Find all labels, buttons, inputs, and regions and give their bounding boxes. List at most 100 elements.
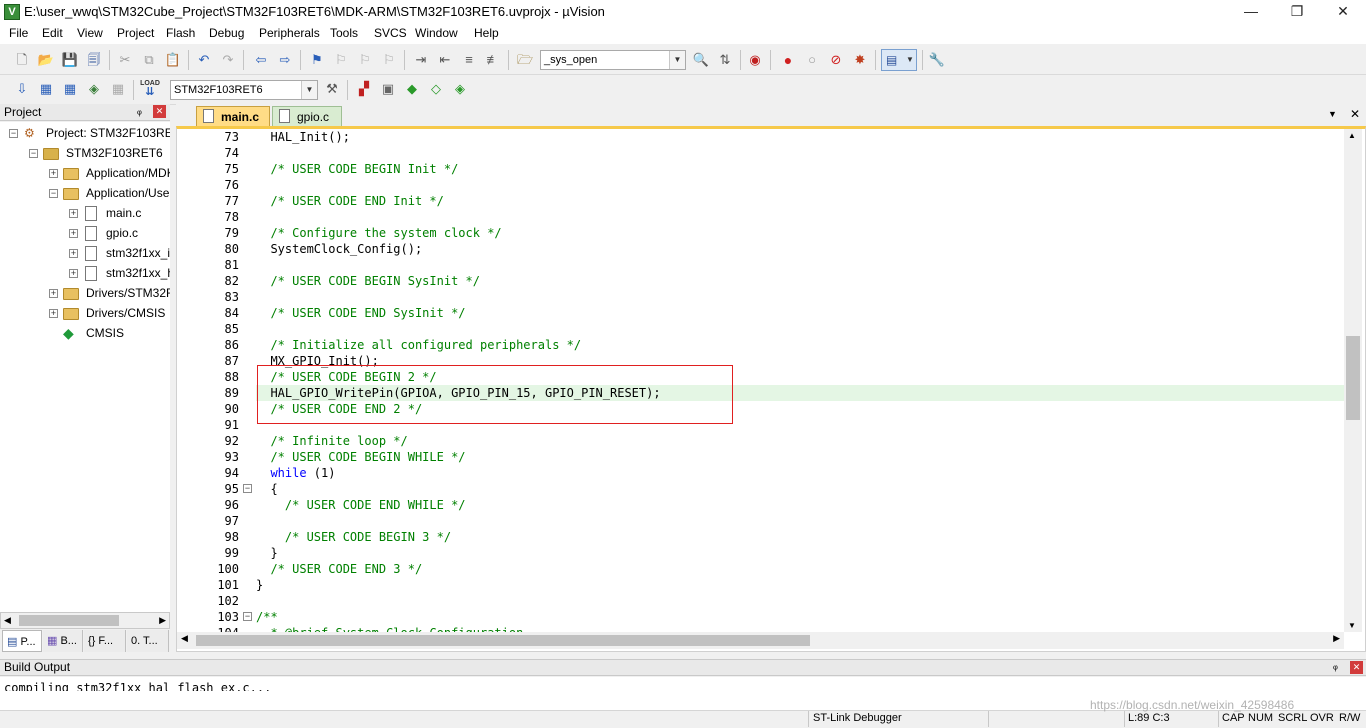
cut-icon[interactable]: ✂ <box>116 51 134 69</box>
rebuild-icon[interactable]: ▦ <box>61 80 79 98</box>
chevron-down-icon[interactable]: ▼ <box>669 51 685 69</box>
expand-icon[interactable]: + <box>69 249 78 258</box>
chevron-down-icon[interactable]: ▼ <box>301 81 317 99</box>
expand-icon[interactable]: + <box>69 209 78 218</box>
menu-file[interactable]: File <box>9 26 28 40</box>
project-horizontal-scrollbar[interactable]: ◀ ▶ <box>0 612 170 629</box>
menu-svcs[interactable]: SVCS <box>374 26 407 40</box>
scrollbar-thumb[interactable] <box>196 635 810 646</box>
expand-icon[interactable]: + <box>49 169 58 178</box>
tree-item-group[interactable]: − Application/User <box>0 183 170 203</box>
expand-icon[interactable]: + <box>49 289 58 298</box>
save-all-icon[interactable]: 🗐 <box>85 51 103 69</box>
tree-item-file[interactable]: + stm32f1xx_it.c <box>0 243 170 263</box>
pin-icon[interactable]: ᵩ <box>1333 660 1338 672</box>
clear-bookmarks-icon[interactable]: ⚐ <box>380 51 398 69</box>
expand-icon[interactable]: + <box>49 309 58 318</box>
collapse-icon[interactable]: − <box>29 149 38 158</box>
tab-project[interactable]: ▤ P... <box>2 630 42 652</box>
manage-rte-icon[interactable]: ◆ <box>403 80 421 98</box>
unindent-icon[interactable]: ⇤ <box>436 51 454 69</box>
close-window-button[interactable]: ✕ <box>1320 0 1366 24</box>
tree-item-group[interactable]: + Drivers/CMSIS <box>0 303 170 323</box>
insert-breakpoint-icon[interactable]: ● <box>779 51 797 69</box>
prev-bookmark-icon[interactable]: ⚐ <box>332 51 350 69</box>
find-in-files-icon[interactable]: 🗁 <box>516 51 534 69</box>
tab-templates[interactable]: 0. T... <box>127 630 169 652</box>
scrollbar-thumb[interactable] <box>19 615 119 626</box>
menu-project[interactable]: Project <box>117 26 154 40</box>
stop-build-icon[interactable]: ▦ <box>109 80 127 98</box>
close-build-output-icon[interactable]: ✕ <box>1350 661 1363 674</box>
tab-gpio-c[interactable]: gpio.c <box>272 106 342 126</box>
tree-item-project[interactable]: − ⚙ Project: STM32F103RET6 <box>0 123 170 143</box>
menu-peripherals[interactable]: Peripherals <box>259 26 320 40</box>
close-tab-icon[interactable]: ✕ <box>1350 107 1360 121</box>
start-debug-icon[interactable]: ◉ <box>746 51 764 69</box>
new-file-icon[interactable]: 🗋 <box>13 51 31 69</box>
bookmark-icon[interactable]: ⚑ <box>308 51 326 69</box>
pin-icon[interactable]: ᵩ <box>137 105 142 117</box>
kill-breakpoints-icon[interactable]: ✸ <box>851 51 869 69</box>
batch-build-icon[interactable]: ◈ <box>85 80 103 98</box>
target-combo[interactable]: STM32F103RET6 ▼ <box>170 80 318 100</box>
file-extensions-icon[interactable]: ▣ <box>379 80 397 98</box>
incremental-find-icon[interactable]: ⇅ <box>716 51 734 69</box>
find-combo[interactable]: _sys_open ▼ <box>540 50 686 70</box>
scroll-left-icon[interactable]: ◀ <box>4 613 11 628</box>
tab-list-dropdown-icon[interactable]: ▼ <box>1328 109 1337 119</box>
scroll-right-icon[interactable]: ▶ <box>159 613 166 628</box>
build-icon[interactable]: ▦ <box>37 80 55 98</box>
tab-functions[interactable]: {} F... <box>84 630 126 652</box>
expand-icon[interactable]: + <box>69 229 78 238</box>
target-options-icon[interactable]: ⚒ <box>323 80 341 98</box>
paste-icon[interactable]: 📋 <box>164 51 182 69</box>
menu-debug[interactable]: Debug <box>209 26 244 40</box>
window-layout-button[interactable]: ▤ ▼ <box>881 49 917 71</box>
select-packs-icon[interactable]: ◇ <box>427 80 445 98</box>
tree-item-file[interactable]: + stm32f1xx_hal_msp.c <box>0 263 170 283</box>
maximize-button[interactable]: ❐ <box>1274 0 1320 24</box>
copy-icon[interactable]: ⧉ <box>140 51 158 69</box>
undo-icon[interactable]: ↶ <box>195 51 213 69</box>
save-icon[interactable]: 💾 <box>61 51 79 69</box>
translate-icon[interactable]: ⇩ <box>13 80 31 98</box>
menu-window[interactable]: Window <box>415 26 458 40</box>
scroll-down-icon[interactable]: ▼ <box>1348 621 1356 630</box>
tab-books[interactable]: ▦ B... <box>43 630 83 652</box>
redo-icon[interactable]: ↷ <box>219 51 237 69</box>
menu-view[interactable]: View <box>77 26 103 40</box>
minimize-button[interactable]: — <box>1228 0 1274 24</box>
configure-icon[interactable]: 🔧 <box>928 51 946 69</box>
navigate-back-icon[interactable]: ⇦ <box>252 51 270 69</box>
tree-item-file[interactable]: + gpio.c <box>0 223 170 243</box>
download-button[interactable]: LOAD ⇊ <box>140 79 160 101</box>
expand-icon[interactable]: + <box>69 269 78 278</box>
scroll-left-icon[interactable]: ◀ <box>181 633 188 644</box>
comment-icon[interactable]: ≡ <box>460 51 478 69</box>
menu-flash[interactable]: Flash <box>166 26 195 40</box>
open-folder-icon[interactable]: 📂 <box>37 51 55 69</box>
tab-main-c[interactable]: main.c <box>196 106 270 126</box>
uncomment-icon[interactable]: ≢ <box>484 51 502 69</box>
menu-edit[interactable]: Edit <box>42 26 63 40</box>
tree-item-group[interactable]: + Drivers/STM32F1xx_HAL_Driver <box>0 283 170 303</box>
collapse-icon[interactable]: − <box>9 129 18 138</box>
tree-item-component[interactable]: ◆ CMSIS <box>0 323 170 343</box>
scroll-right-icon[interactable]: ▶ <box>1333 633 1340 644</box>
indent-icon[interactable]: ⇥ <box>412 51 430 69</box>
scrollbar-thumb[interactable] <box>1346 336 1360 420</box>
next-bookmark-icon[interactable]: ⚐ <box>356 51 374 69</box>
find-icon[interactable]: 🔍 <box>692 51 710 69</box>
menu-help[interactable]: Help <box>474 26 499 40</box>
collapse-icon[interactable]: − <box>49 189 58 198</box>
menu-tools[interactable]: Tools <box>330 26 358 40</box>
tree-item-file[interactable]: + main.c <box>0 203 170 223</box>
enable-breakpoint-icon[interactable]: ○ <box>803 51 821 69</box>
tree-item-target[interactable]: − STM32F103RET6 <box>0 143 170 163</box>
disable-breakpoints-icon[interactable]: ⊘ <box>827 51 845 69</box>
close-project-panel-icon[interactable]: ✕ <box>153 105 166 118</box>
manage-project-items-icon[interactable]: ▞ <box>355 80 373 98</box>
pack-installer-icon[interactable]: ◈ <box>451 80 469 98</box>
scroll-up-icon[interactable]: ▲ <box>1348 131 1356 140</box>
